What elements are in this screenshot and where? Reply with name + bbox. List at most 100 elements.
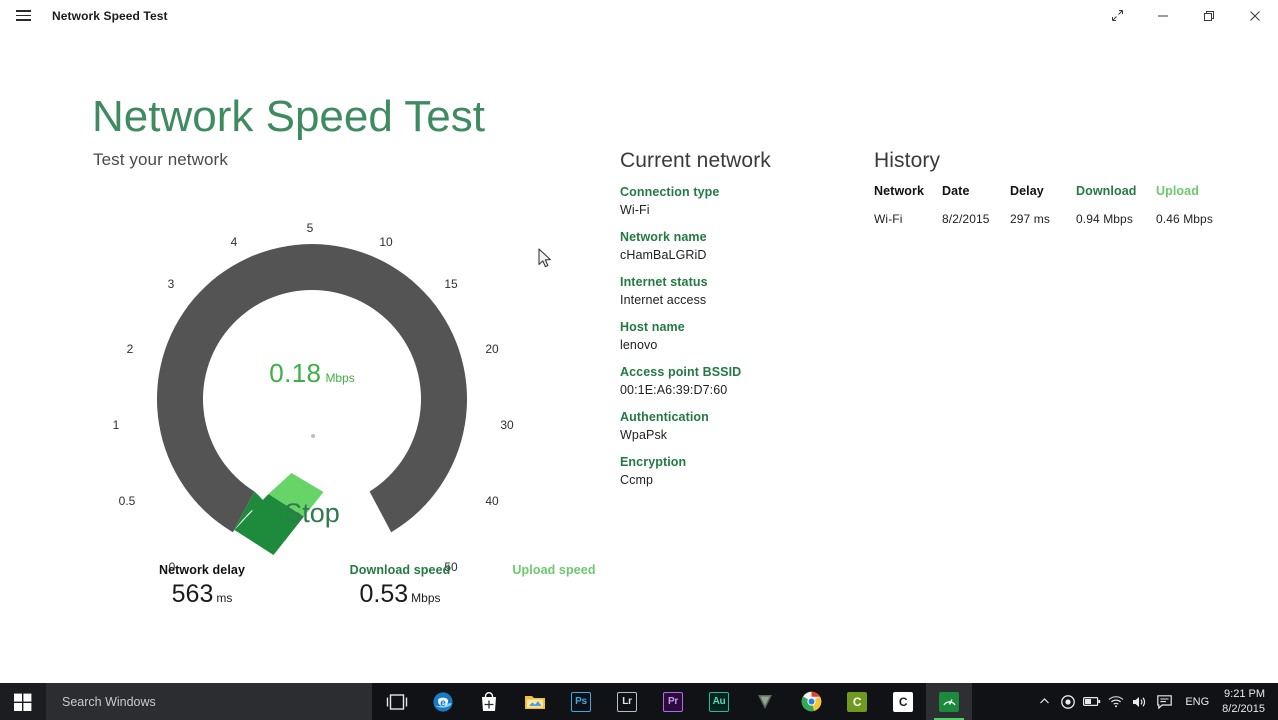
history-cell-upload: 0.46 Mbps [1156, 212, 1213, 226]
current-network-item-internet-status: Internet status Internet access [620, 274, 850, 309]
field-label: Host name [620, 320, 685, 334]
gauge-current-value: 0.18 Mbps [92, 358, 532, 389]
language-indicator[interactable]: ENG [1176, 696, 1218, 708]
task-view-icon[interactable] [374, 683, 420, 720]
screen-recorder-icon[interactable] [1056, 683, 1080, 720]
system-tray: ENG 9:21 PM 8/2/2015 [1032, 683, 1278, 720]
stat-network-delay-value: 563 [171, 580, 214, 608]
battery-icon[interactable] [1080, 683, 1104, 720]
history-cell-network: Wi-Fi [874, 212, 903, 226]
stat-network-delay: Network delay 563 ms [92, 563, 312, 609]
clock-time: 9:21 PM [1224, 687, 1265, 700]
network-speed-test-taskbar-icon[interactable] [926, 683, 972, 720]
history-col-upload: Upload [1156, 184, 1199, 198]
hamburger-menu-icon[interactable] [0, 0, 46, 31]
window-controls [1094, 0, 1278, 31]
lightroom-icon[interactable]: Lr [604, 683, 650, 720]
table-row[interactable]: Wi-Fi 8/2/2015 297 ms 0.94 Mbps 0.46 Mbp… [874, 212, 1254, 226]
photoshop-icon[interactable]: Ps [558, 683, 604, 720]
svg-text:e: e [440, 697, 446, 708]
gauge-tick-20: 20 [485, 342, 499, 356]
history-cell-download: 0.94 Mbps [1076, 212, 1133, 226]
stat-network-delay-unit: ms [216, 591, 233, 605]
window-title: Network Speed Test [52, 8, 168, 23]
history-col-delay: Delay [1010, 184, 1044, 198]
gauge-tick-2: 2 [126, 342, 134, 356]
chrome-icon[interactable] [788, 683, 834, 720]
camtasia-recorder-label: C [847, 691, 867, 712]
gauge-tick-15: 15 [444, 277, 458, 291]
minimize-icon[interactable] [1140, 0, 1186, 31]
volume-icon[interactable] [1128, 683, 1152, 720]
gauge-tick-4: 4 [230, 235, 238, 249]
photoshop-label: Ps [571, 691, 591, 712]
history-cell-delay: 297 ms [1010, 212, 1050, 226]
restore-icon[interactable] [1186, 0, 1232, 31]
current-network-item-access-point-bssid: Access point BSSID 00:1E:A6:39:D7:60 [620, 364, 850, 399]
window-titlebar: Network Speed Test [0, 0, 1278, 31]
field-value: lenovo [620, 337, 658, 352]
camtasia-studio-icon[interactable]: C [880, 683, 926, 720]
gauge-tick-3: 3 [167, 277, 175, 291]
audition-icon[interactable]: Au [696, 683, 742, 720]
action-center-icon[interactable] [1152, 683, 1176, 720]
history-col-download: Download [1076, 184, 1137, 198]
stat-network-delay-label: Network delay [158, 563, 246, 577]
file-explorer-icon[interactable] [512, 683, 558, 720]
gauge-tick-10: 10 [379, 235, 393, 249]
gauge-tick-1: 1 [112, 418, 120, 432]
history-col-network: Network [874, 184, 925, 198]
field-value: WpaPsk [620, 427, 668, 442]
mouse-cursor [538, 248, 554, 270]
page-subtitle: Test your network [93, 150, 228, 169]
history-heading: History [874, 149, 941, 172]
camtasia-recorder-icon[interactable]: C [834, 683, 880, 720]
search-input[interactable]: Search Windows [46, 683, 372, 720]
taskbar-apps: e Ps Lr Pr Au C C [374, 683, 972, 720]
camtasia-studio-label: C [893, 691, 913, 712]
field-label: Connection type [620, 185, 720, 199]
windows-start-icon[interactable] [0, 683, 46, 720]
summary-stats: Network delay 563 ms Download speed 0.53 M… [92, 563, 596, 623]
show-hidden-icons-chevron-icon[interactable] [1032, 683, 1056, 720]
gauge-tick-30: 30 [500, 418, 514, 432]
current-network-panel: Current network Connection type Wi-Fi Ne… [620, 149, 850, 499]
history-cell-date: 8/2/2015 [942, 212, 990, 226]
field-label: Network name [620, 230, 707, 244]
field-value: cHamBaLGRiD [620, 247, 707, 262]
history-table-header-row: Network Date Delay Download Upload [874, 184, 1254, 212]
field-label: Internet status [620, 275, 708, 289]
stat-upload-speed-label: Upload speed [512, 563, 596, 577]
clock-date: 8/2/2015 [1222, 702, 1265, 715]
current-network-item-network-name: Network name cHamBaLGRiD [620, 229, 850, 264]
current-network-item-connection-type: Connection type Wi-Fi [620, 184, 850, 219]
gauge-value-number: 0.18 [269, 358, 322, 388]
page-title: Network Speed Test [92, 92, 485, 141]
microsoft-store-icon[interactable] [466, 683, 512, 720]
speed-gauge: 0.18 Mbps Stop 0 0.5 1 2 3 4 5 10 15 20 3… [92, 186, 532, 576]
gauge-tick-40: 40 [485, 494, 499, 508]
field-value: 00:1E:A6:39:D7:60 [620, 382, 728, 397]
premiere-pro-label: Pr [663, 691, 683, 712]
field-value: Wi-Fi [620, 202, 650, 217]
vegas-icon[interactable] [742, 683, 788, 720]
wifi-icon[interactable] [1104, 683, 1128, 720]
stop-button[interactable]: Stop [92, 498, 532, 529]
fullscreen-icon[interactable] [1094, 0, 1140, 31]
premiere-pro-icon[interactable]: Pr [650, 683, 696, 720]
clock[interactable]: 9:21 PM 8/2/2015 [1218, 687, 1278, 717]
internet-explorer-icon[interactable]: e [420, 683, 466, 720]
current-network-item-encryption: Encryption Ccmp [620, 454, 850, 489]
stat-download-speed-unit: Mbps [411, 591, 441, 605]
search-placeholder: Search Windows [62, 694, 156, 709]
gauge-needle-dot [311, 434, 315, 438]
history-col-date: Date [942, 184, 970, 198]
history-table: Network Date Delay Download Upload Wi-Fi… [874, 184, 1254, 226]
current-network-heading: Current network [620, 149, 771, 172]
current-network-item-authentication: Authentication WpaPsk [620, 409, 850, 444]
stat-download-speed-value: 0.53 [359, 580, 409, 608]
field-label: Authentication [620, 410, 709, 424]
close-icon[interactable] [1232, 0, 1278, 31]
field-label: Access point BSSID [620, 365, 742, 379]
field-label: Encryption [620, 455, 687, 469]
